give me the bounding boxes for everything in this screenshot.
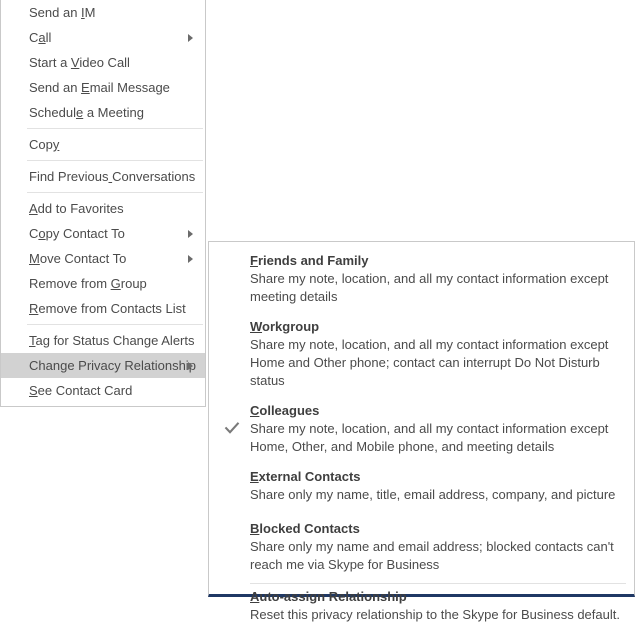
privacy-option-friends-and-family[interactable]: Friends and Family Share my note, locatio… bbox=[209, 248, 634, 308]
privacy-option-title: External Contacts bbox=[250, 469, 361, 484]
privacy-option-workgroup[interactable]: Workgroup Share my note, location, and al… bbox=[209, 314, 634, 392]
accelerator-char: C bbox=[250, 403, 260, 418]
menu-item-label: Add to Favorites bbox=[29, 201, 124, 216]
accelerator-char: A bbox=[29, 201, 38, 216]
menu-item-add-to-favorites[interactable]: Add to Favorites bbox=[1, 196, 205, 221]
contact-context-menu: Send an IM Call Start a Video Call Send an … bbox=[0, 0, 206, 407]
accelerator-char: e bbox=[75, 105, 84, 120]
menu-item-label: Copy bbox=[29, 137, 60, 152]
menu-item-schedule-a-meeting[interactable]: Schedule a Meeting bbox=[1, 100, 205, 125]
privacy-option-description: Share only my name, title, email address… bbox=[250, 487, 616, 502]
accelerator-char: B bbox=[250, 521, 260, 536]
menu-item-tag-for-status-change-alerts[interactable]: Tag for Status Change Alerts bbox=[1, 328, 205, 353]
chevron-right-icon bbox=[188, 229, 193, 238]
privacy-option-title: Auto-assign Relationship bbox=[250, 589, 407, 604]
menu-item-label: Remove from Group bbox=[29, 276, 147, 291]
menu-separator bbox=[27, 192, 203, 193]
menu-item-label: Start a Video Call bbox=[29, 55, 130, 70]
menu-item-remove-from-group[interactable]: Remove from Group bbox=[1, 271, 205, 296]
menu-separator bbox=[27, 160, 203, 161]
menu-item-label: See Contact Card bbox=[29, 383, 133, 398]
privacy-option-blocked-contacts[interactable]: Blocked Contacts Share only my name and e… bbox=[209, 516, 634, 576]
menu-item-remove-from-contacts-list[interactable]: Remove from Contacts List bbox=[1, 296, 205, 321]
privacy-option-external-contacts[interactable]: External Contacts Share only my name, tit… bbox=[209, 464, 634, 506]
menu-item-find-previous-conversations[interactable]: Find Previous Conversations bbox=[1, 164, 205, 189]
menu-separator bbox=[27, 324, 203, 325]
accelerator-char: E bbox=[250, 469, 259, 484]
accelerator-char: V bbox=[70, 55, 80, 70]
accelerator-char: E bbox=[81, 80, 90, 95]
menu-item-label: Move Contact To bbox=[29, 251, 127, 266]
accelerator-char: I bbox=[81, 5, 85, 20]
privacy-option-description: Reset this privacy relationship to the S… bbox=[250, 607, 620, 622]
accelerator-char: G bbox=[110, 276, 121, 291]
menu-item-copy[interactable]: Copy bbox=[1, 132, 205, 157]
menu-item-label: Change Privacy Relationship bbox=[29, 358, 196, 373]
menu-item-label: Send an IM bbox=[29, 5, 96, 20]
menu-item-start-a-video-call[interactable]: Start a Video Call bbox=[1, 50, 205, 75]
accelerator-char: M bbox=[29, 251, 40, 266]
menu-item-label: Copy Contact To bbox=[29, 226, 125, 241]
privacy-option-colleagues[interactable]: Colleagues Share my note, location, and a… bbox=[209, 398, 634, 458]
menu-item-move-contact-to[interactable]: Move Contact To bbox=[1, 246, 205, 271]
chevron-right-icon bbox=[188, 33, 193, 42]
accelerator-char bbox=[108, 169, 112, 184]
privacy-option-description: Share my note, location, and all my cont… bbox=[250, 271, 609, 304]
menu-item-call[interactable]: Call bbox=[1, 25, 205, 50]
accelerator-char: F bbox=[250, 253, 258, 268]
menu-item-label: Tag for Status Change Alerts bbox=[29, 333, 195, 348]
menu-item-label: Send an Email Message bbox=[29, 80, 170, 95]
menu-item-copy-contact-to[interactable]: Copy Contact To bbox=[1, 221, 205, 246]
checkmark-icon bbox=[224, 420, 240, 436]
menu-item-send-an-email-message[interactable]: Send an Email Message bbox=[1, 75, 205, 100]
chevron-right-icon bbox=[188, 254, 193, 263]
privacy-option-title: Friends and Family bbox=[250, 253, 369, 268]
privacy-option-auto-assign-relationship[interactable]: Auto-assign Relationship Reset this priva… bbox=[209, 584, 634, 626]
privacy-option-description: Share my note, location, and all my cont… bbox=[250, 421, 609, 454]
accelerator-char: o bbox=[38, 226, 46, 241]
accelerator-char: W bbox=[250, 319, 263, 334]
chevron-right-icon bbox=[188, 361, 193, 370]
menu-item-label: Schedule a Meeting bbox=[29, 105, 144, 120]
menu-separator bbox=[27, 128, 203, 129]
accelerator-char: a bbox=[38, 30, 46, 45]
privacy-option-title: Blocked Contacts bbox=[250, 521, 360, 536]
privacy-option-description: Share my note, location, and all my cont… bbox=[250, 337, 609, 388]
accelerator-char: y bbox=[52, 137, 60, 152]
accelerator-char: R bbox=[29, 301, 39, 316]
menu-item-see-contact-card[interactable]: See Contact Card bbox=[1, 378, 205, 403]
privacy-option-title: Workgroup bbox=[250, 319, 320, 334]
menu-item-label: Find Previous Conversations bbox=[29, 169, 196, 184]
privacy-option-description: Share only my name and email address; bl… bbox=[250, 539, 614, 572]
accelerator-char: T bbox=[29, 333, 36, 348]
menu-item-send-an-im[interactable]: Send an IM bbox=[1, 0, 205, 25]
privacy-option-title: Colleagues bbox=[250, 403, 320, 418]
menu-item-label: Remove from Contacts List bbox=[29, 301, 186, 316]
accelerator-char: S bbox=[29, 383, 38, 398]
menu-item-change-privacy-relationship[interactable]: Change Privacy Relationship bbox=[1, 353, 205, 378]
accelerator-char: g bbox=[60, 358, 68, 373]
change-privacy-relationship-submenu: Friends and Family Share my note, locatio… bbox=[208, 241, 635, 622]
menu-item-label: Call bbox=[29, 30, 52, 45]
